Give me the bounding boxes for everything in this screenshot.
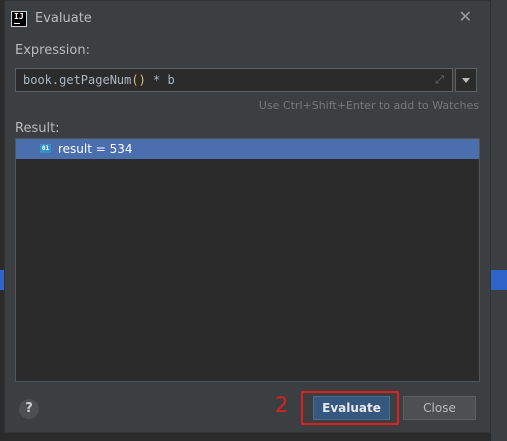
dialog-title: Evaluate bbox=[35, 11, 92, 26]
close-icon[interactable]: ✕ bbox=[459, 7, 472, 26]
expression-input[interactable]: book.getPageNum() * b ⤢ bbox=[15, 68, 453, 92]
result-label: Result: bbox=[15, 121, 60, 136]
intellij-app-icon: IJ bbox=[11, 11, 27, 27]
result-tree[interactable]: 01 result = 534 bbox=[15, 138, 480, 382]
help-button[interactable]: ? bbox=[19, 399, 39, 419]
expression-text: book.getPageNum() * b bbox=[23, 73, 175, 87]
primitive-value-icon: 01 bbox=[40, 144, 51, 153]
evaluate-dialog: IJ Evaluate ✕ Expression: book.getPageNu… bbox=[4, 0, 491, 433]
expression-history-dropdown[interactable] bbox=[455, 68, 477, 92]
evaluate-button[interactable]: Evaluate bbox=[313, 396, 390, 420]
background-selection bbox=[491, 270, 507, 290]
expression-label: Expression: bbox=[15, 43, 90, 58]
dialog-titlebar: IJ Evaluate ✕ bbox=[5, 1, 490, 37]
close-button[interactable]: Close bbox=[403, 396, 476, 420]
background-ide-panel bbox=[491, 0, 507, 441]
expand-icon[interactable]: ⤢ bbox=[435, 73, 444, 87]
result-value: result = 534 bbox=[58, 142, 133, 156]
chevron-down-icon bbox=[462, 78, 470, 83]
result-tree-row[interactable]: 01 result = 534 bbox=[16, 139, 479, 159]
watches-hint: Use Ctrl+Shift+Enter to add to Watches bbox=[258, 99, 479, 112]
annotation-step-number: 2 bbox=[275, 393, 289, 417]
